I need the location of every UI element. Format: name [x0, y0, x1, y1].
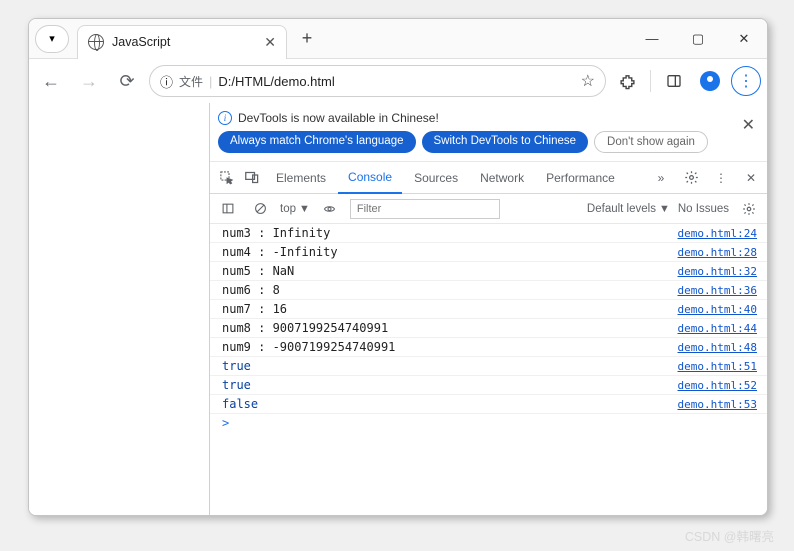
- maximize-button[interactable]: ▢: [675, 20, 721, 58]
- log-levels-dropdown[interactable]: Default levels▼: [587, 203, 670, 215]
- console-log-row: num7 : 16 demo.html:40: [210, 300, 767, 319]
- more-tabs-icon[interactable]: »: [649, 166, 673, 190]
- log-message: num7 : 16: [222, 302, 287, 316]
- site-info-icon[interactable]: ⓘ: [160, 72, 173, 91]
- close-window-button[interactable]: ✕: [721, 20, 767, 58]
- log-message: num3 : Infinity: [222, 226, 330, 240]
- log-message: true: [222, 359, 251, 373]
- log-source-link[interactable]: demo.html:36: [678, 284, 757, 297]
- console-toolbar: top▼ Default levels▼ No Issues: [210, 194, 767, 224]
- titlebar: ▾ JavaScript ✕ + — ▢ ✕: [29, 19, 767, 59]
- devtools-settings-icon[interactable]: [679, 166, 703, 190]
- always-match-language-button[interactable]: Always match Chrome's language: [218, 131, 416, 153]
- device-toolbar-icon[interactable]: [240, 166, 264, 190]
- console-log-row: num3 : Infinity demo.html:24: [210, 224, 767, 243]
- devtools-tabs: Elements Console Sources Network Perform…: [210, 162, 767, 194]
- reload-button[interactable]: ⟳: [111, 65, 143, 97]
- console-output: num3 : Infinity demo.html:24 num4 : -Infin…: [210, 224, 767, 515]
- console-log-row: num6 : 8 demo.html:36: [210, 281, 767, 300]
- nav-toolbar: ← → ⟳ ⓘ 文件 | D:/HTML/demo.html ☆ ⋮: [29, 59, 767, 103]
- log-source-link[interactable]: demo.html:32: [678, 265, 757, 278]
- watermark: CSDN @韩曙亮: [685, 526, 774, 545]
- issues-indicator[interactable]: No Issues: [678, 203, 729, 215]
- execution-context-dropdown[interactable]: top▼: [280, 203, 310, 215]
- bookmark-star-icon[interactable]: ☆: [581, 71, 595, 91]
- log-source-link[interactable]: demo.html:52: [678, 379, 757, 392]
- side-panel-icon[interactable]: [659, 66, 689, 96]
- log-message: true: [222, 378, 251, 392]
- console-log-row: false demo.html:53: [210, 395, 767, 414]
- log-source-link[interactable]: demo.html:28: [678, 246, 757, 259]
- inspect-element-icon[interactable]: [214, 166, 238, 190]
- info-icon: i: [218, 111, 232, 125]
- close-devtools-icon[interactable]: ✕: [739, 166, 763, 190]
- address-bar[interactable]: ⓘ 文件 | D:/HTML/demo.html ☆: [149, 65, 606, 97]
- log-message: num8 : 9007199254740991: [222, 321, 388, 335]
- log-source-link[interactable]: demo.html:48: [678, 341, 757, 354]
- devtools-menu-icon[interactable]: ⋮: [709, 166, 733, 190]
- tabs-dropdown[interactable]: ▾: [35, 25, 69, 53]
- clear-console-icon[interactable]: [248, 197, 272, 221]
- globe-icon: [88, 34, 104, 50]
- tab-elements[interactable]: Elements: [266, 162, 336, 194]
- console-log-row: num9 : -9007199254740991 demo.html:48: [210, 338, 767, 357]
- extensions-icon[interactable]: [612, 66, 642, 96]
- page-viewport: [29, 103, 209, 515]
- window-controls: — ▢ ✕: [629, 20, 767, 58]
- log-message: num9 : -9007199254740991: [222, 340, 395, 354]
- console-log-row: num5 : NaN demo.html:32: [210, 262, 767, 281]
- log-source-link[interactable]: demo.html:40: [678, 303, 757, 316]
- log-source-link[interactable]: demo.html:24: [678, 227, 757, 240]
- log-source-link[interactable]: demo.html:51: [678, 360, 757, 373]
- log-message: num5 : NaN: [222, 264, 294, 278]
- address-url: D:/HTML/demo.html: [218, 74, 334, 89]
- chrome-menu-button[interactable]: ⋮: [731, 66, 761, 96]
- switch-language-button[interactable]: Switch DevTools to Chinese: [422, 131, 589, 153]
- live-expression-icon[interactable]: [318, 197, 342, 221]
- console-log-row: true demo.html:52: [210, 376, 767, 395]
- tab-console[interactable]: Console: [338, 162, 402, 194]
- console-prompt[interactable]: >: [210, 414, 767, 432]
- log-source-link[interactable]: demo.html:44: [678, 322, 757, 335]
- browser-tab[interactable]: JavaScript ✕: [77, 25, 287, 59]
- console-log-row: true demo.html:51: [210, 357, 767, 376]
- tab-network[interactable]: Network: [470, 162, 534, 194]
- notice-text: DevTools is now available in Chinese!: [238, 111, 439, 125]
- devtools-panel: i DevTools is now available in Chinese! …: [209, 103, 767, 515]
- console-log-row: num8 : 9007199254740991 demo.html:44: [210, 319, 767, 338]
- dont-show-again-button[interactable]: Don't show again: [594, 131, 708, 153]
- log-message: false: [222, 397, 258, 411]
- console-log-row: num4 : -Infinity demo.html:28: [210, 243, 767, 262]
- console-settings-icon[interactable]: [737, 197, 761, 221]
- close-notice-icon[interactable]: ✕: [738, 111, 759, 139]
- profile-avatar[interactable]: [695, 66, 725, 96]
- minimize-button[interactable]: —: [629, 20, 675, 58]
- content-area: i DevTools is now available in Chinese! …: [29, 103, 767, 515]
- address-prefix: 文件: [179, 73, 203, 90]
- log-source-link[interactable]: demo.html:53: [678, 398, 757, 411]
- close-tab-icon[interactable]: ✕: [264, 34, 276, 51]
- tab-title: JavaScript: [112, 35, 256, 49]
- new-tab-button[interactable]: +: [293, 25, 321, 53]
- log-message: num4 : -Infinity: [222, 245, 338, 259]
- forward-button[interactable]: →: [73, 65, 105, 97]
- back-button[interactable]: ←: [35, 65, 67, 97]
- log-message: num6 : 8: [222, 283, 280, 297]
- filter-input[interactable]: [350, 199, 500, 219]
- devtools-language-notice: i DevTools is now available in Chinese! …: [210, 103, 767, 162]
- tab-performance[interactable]: Performance: [536, 162, 625, 194]
- separator: [650, 70, 651, 92]
- toggle-sidebar-icon[interactable]: [216, 197, 240, 221]
- tab-sources[interactable]: Sources: [404, 162, 468, 194]
- browser-window: ▾ JavaScript ✕ + — ▢ ✕ ← → ⟳ ⓘ 文件 | D:/H…: [28, 18, 768, 516]
